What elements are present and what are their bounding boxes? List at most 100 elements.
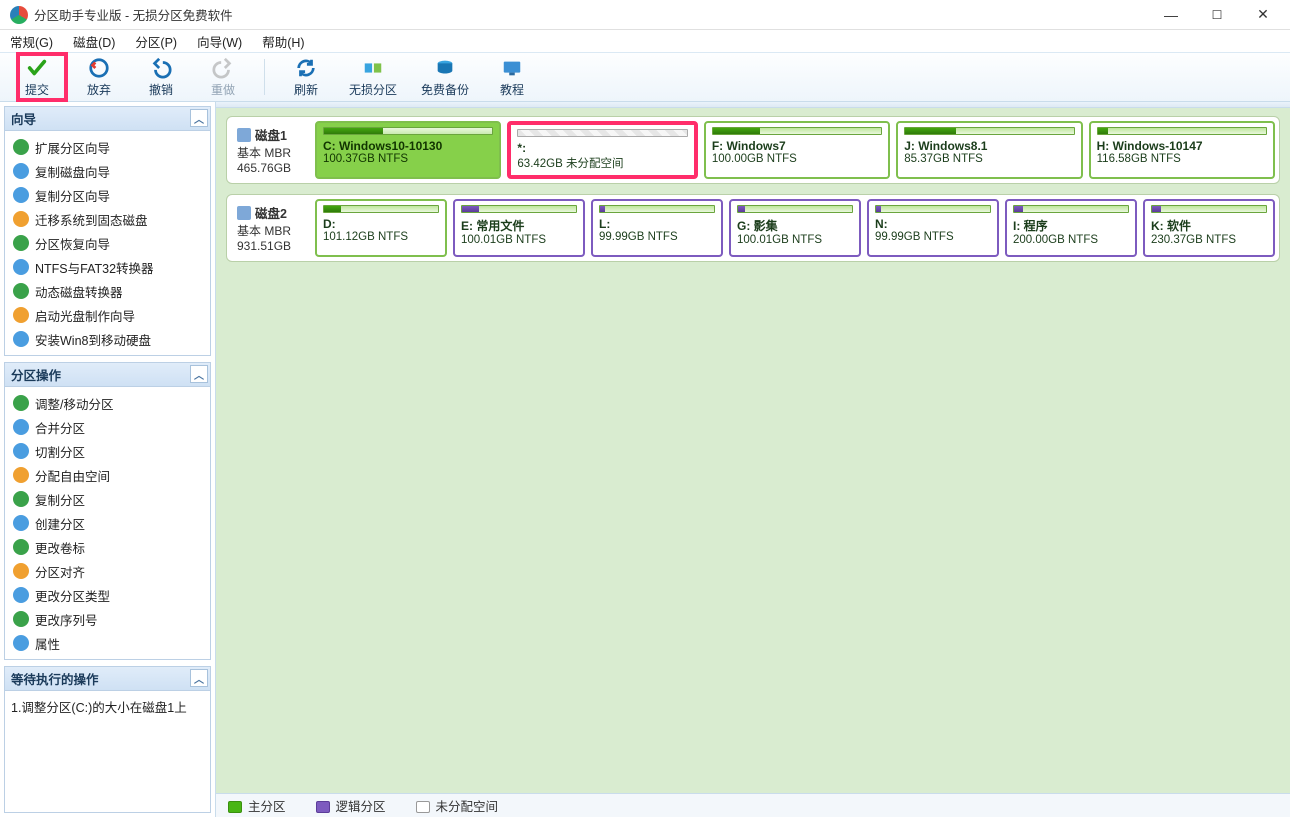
undo-button[interactable]: 撤销: [130, 53, 192, 101]
partition[interactable]: H: Windows-10147116.58GB NTFS: [1089, 121, 1275, 179]
maximize-button[interactable]: ☐: [1194, 0, 1240, 30]
wizard-panel-title: 向导: [11, 109, 36, 128]
statusbar: 主分区 逻辑分区 未分配空间: [216, 793, 1290, 817]
partition-name: K: 软件: [1151, 217, 1267, 234]
menu-disk[interactable]: 磁盘(D): [73, 32, 115, 51]
partition[interactable]: C: Windows10-10130100.37GB NTFS: [315, 121, 501, 179]
main: 向导 ︿ 扩展分区向导复制磁盘向导复制分区向导迁移系统到固态磁盘分区恢复向导NT…: [0, 102, 1290, 817]
tutorial-label: 教程: [500, 81, 524, 98]
ops-item[interactable]: 调整/移动分区: [9, 391, 206, 415]
menu-wizard[interactable]: 向导(W): [197, 32, 242, 51]
partition[interactable]: I: 程序200.00GB NTFS: [1005, 199, 1137, 257]
partition-sub: 100.37GB NTFS: [323, 153, 493, 165]
partition-name: H: Windows-10147: [1097, 139, 1267, 153]
partition-sub: 99.99GB NTFS: [875, 231, 991, 243]
disk-label[interactable]: 磁盘2基本 MBR931.51GB: [231, 199, 309, 257]
partition-sub: 99.99GB NTFS: [599, 231, 715, 243]
partition[interactable]: J: Windows8.185.37GB NTFS: [896, 121, 1082, 179]
partition[interactable]: F: Windows7100.00GB NTFS: [704, 121, 890, 179]
chevron-up-icon[interactable]: ︿: [190, 669, 208, 687]
discard-button[interactable]: 放弃: [68, 53, 130, 101]
disk-icon: [237, 206, 251, 220]
disk-row: 磁盘1基本 MBR465.76GBC: Windows10-10130100.3…: [226, 116, 1280, 184]
bullet-icon: [13, 563, 29, 579]
partition[interactable]: D:101.12GB NTFS: [315, 199, 447, 257]
ops-item[interactable]: 分区对齐: [9, 559, 206, 583]
wizard-item[interactable]: 安装Win8到移动硬盘: [9, 327, 206, 351]
wizard-label: 复制分区向导: [35, 186, 110, 205]
pending-item[interactable]: 1.调整分区(C:)的大小在磁盘1上: [11, 697, 204, 716]
menu-general[interactable]: 常规(G): [10, 32, 53, 51]
ops-item[interactable]: 更改序列号: [9, 607, 206, 631]
wizard-item[interactable]: 扩展分区向导: [9, 135, 206, 159]
ops-item[interactable]: 分配自由空间: [9, 463, 206, 487]
partition[interactable]: K: 软件230.37GB NTFS: [1143, 199, 1275, 257]
partition[interactable]: *:63.42GB 未分配空间: [507, 121, 697, 179]
ops-item[interactable]: 更改卷标: [9, 535, 206, 559]
ops-item[interactable]: 更改分区类型: [9, 583, 206, 607]
ops-panel: 分区操作 ︿ 调整/移动分区合并分区切割分区分配自由空间复制分区创建分区更改卷标…: [4, 362, 211, 660]
legend-unalloc: 未分配空间: [416, 796, 499, 815]
close-button[interactable]: ✕: [1240, 0, 1286, 30]
window-title: 分区助手专业版 - 无损分区免费软件: [34, 5, 233, 24]
ops-panel-header[interactable]: 分区操作 ︿: [5, 363, 210, 387]
pending-panel-header[interactable]: 等待执行的操作 ︿: [5, 667, 210, 691]
bullet-icon: [13, 187, 29, 203]
menu-partition[interactable]: 分区(P): [135, 32, 177, 51]
wizard-label: 安装Win8到移动硬盘: [35, 330, 151, 349]
partition[interactable]: N:99.99GB NTFS: [867, 199, 999, 257]
partition[interactable]: L:99.99GB NTFS: [591, 199, 723, 257]
ops-label: 更改序列号: [35, 610, 98, 629]
ops-label: 更改卷标: [35, 538, 85, 557]
ops-item[interactable]: 复制分区: [9, 487, 206, 511]
bullet-icon: [13, 163, 29, 179]
partition-bar: [712, 127, 882, 135]
wizard-item[interactable]: 分区恢复向导: [9, 231, 206, 255]
ops-item[interactable]: 属性: [9, 631, 206, 655]
lossless-button[interactable]: 无损分区: [337, 53, 409, 101]
bullet-icon: [13, 283, 29, 299]
wizard-item[interactable]: NTFS与FAT32转换器: [9, 255, 206, 279]
wizard-item[interactable]: 动态磁盘转换器: [9, 279, 206, 303]
partition-bar: [875, 205, 991, 213]
bullet-icon: [13, 235, 29, 251]
wizard-panel-header[interactable]: 向导 ︿: [5, 107, 210, 131]
backup-icon: [434, 57, 456, 79]
minimize-button[interactable]: —: [1148, 0, 1194, 30]
pending-panel-title: 等待执行的操作: [11, 669, 99, 688]
tutorial-button[interactable]: 教程: [481, 53, 543, 101]
wizard-label: 扩展分区向导: [35, 138, 110, 157]
ops-label: 切割分区: [35, 442, 85, 461]
partition-bar: [904, 127, 1074, 135]
menu-help[interactable]: 帮助(H): [262, 32, 304, 51]
redo-label: 重做: [211, 81, 235, 98]
wizard-item[interactable]: 复制分区向导: [9, 183, 206, 207]
refresh-button[interactable]: 刷新: [275, 53, 337, 101]
chevron-up-icon[interactable]: ︿: [190, 109, 208, 127]
partition[interactable]: G: 影集100.01GB NTFS: [729, 199, 861, 257]
ops-item[interactable]: 合并分区: [9, 415, 206, 439]
partition-bar: [1013, 205, 1129, 213]
ops-item[interactable]: 切割分区: [9, 439, 206, 463]
wizard-item[interactable]: 迁移系统到固态磁盘: [9, 207, 206, 231]
partition-name: F: Windows7: [712, 139, 882, 153]
chevron-up-icon[interactable]: ︿: [190, 365, 208, 383]
wizard-item[interactable]: 复制磁盘向导: [9, 159, 206, 183]
refresh-label: 刷新: [294, 81, 318, 98]
ops-item[interactable]: 创建分区: [9, 511, 206, 535]
bullet-icon: [13, 467, 29, 483]
backup-button[interactable]: 免费备份: [409, 53, 481, 101]
window-controls: — ☐ ✕: [1148, 0, 1286, 30]
wizard-item[interactable]: 启动光盘制作向导: [9, 303, 206, 327]
wizard-label: 迁移系统到固态磁盘: [35, 210, 148, 229]
undo-label: 撤销: [149, 81, 173, 98]
ops-label: 创建分区: [35, 514, 85, 533]
partition[interactable]: E: 常用文件100.01GB NTFS: [453, 199, 585, 257]
bullet-icon: [13, 491, 29, 507]
disk-label[interactable]: 磁盘1基本 MBR465.76GB: [231, 121, 309, 179]
partition-bar: [323, 127, 493, 135]
bullet-icon: [13, 259, 29, 275]
ops-label: 调整/移动分区: [35, 394, 113, 413]
pending-panel: 等待执行的操作 ︿ 1.调整分区(C:)的大小在磁盘1上: [4, 666, 211, 813]
commit-button[interactable]: 提交: [6, 53, 68, 101]
